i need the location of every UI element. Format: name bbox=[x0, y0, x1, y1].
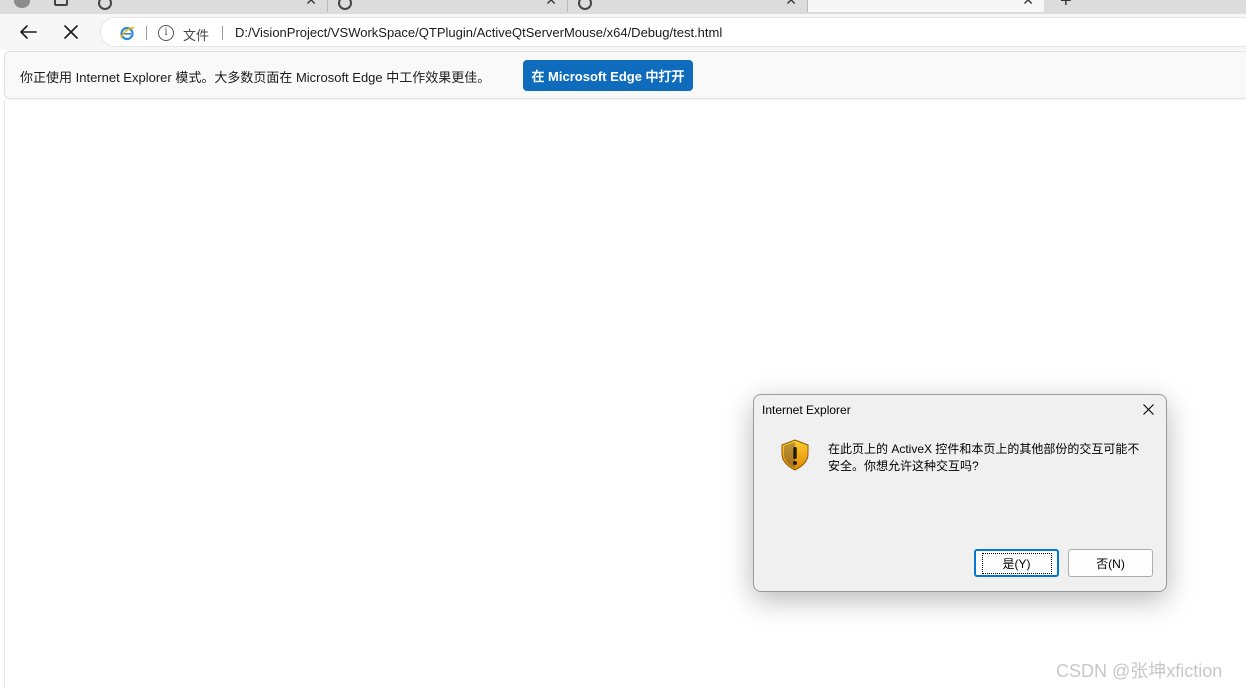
tab-4-active[interactable]: ✕ bbox=[808, 0, 1044, 12]
browser-window: ✕ ✕ ✕ ✕ + i 文件 D:/VisionProject/VSWorkSp… bbox=[0, 0, 1246, 687]
watermark: CSDN @张坤xfiction bbox=[1056, 661, 1223, 681]
ie-mode-infobar: 你正使用 Internet Explorer 模式。大多数页面在 Microso… bbox=[4, 51, 1246, 99]
back-button[interactable] bbox=[13, 18, 43, 46]
address-bar[interactable]: i 文件 D:/VisionProject/VSWorkSpace/QTPlug… bbox=[100, 17, 1246, 47]
file-label: 文件 bbox=[183, 28, 210, 43]
profile-avatar[interactable] bbox=[14, 0, 30, 8]
ie-mode-message: 你正使用 Internet Explorer 模式。大多数页面在 Microso… bbox=[20, 70, 491, 85]
separator bbox=[222, 26, 223, 40]
tab-strip: ✕ ✕ ✕ ✕ + bbox=[0, 0, 1246, 14]
toolbar: i 文件 D:/VisionProject/VSWorkSpace/QTPlug… bbox=[0, 14, 1246, 50]
separator bbox=[146, 26, 147, 40]
gear-icon bbox=[578, 0, 592, 10]
close-icon[interactable]: ✕ bbox=[305, 0, 317, 9]
yes-button-label: 是(Y) bbox=[981, 552, 1052, 574]
dialog-message: 在此页上的 ActiveX 控件和本页上的其他部份的交互可能不安全。你想允许这种… bbox=[828, 442, 1140, 473]
arrow-left-icon bbox=[20, 25, 37, 39]
page-icon bbox=[338, 0, 352, 10]
tab-1[interactable]: ✕ bbox=[88, 0, 328, 12]
tab-actions-icon[interactable] bbox=[54, 0, 68, 6]
dialog-close-button[interactable] bbox=[1138, 399, 1158, 419]
open-in-edge-button[interactable]: 在 Microsoft Edge 中打开 bbox=[523, 60, 693, 91]
close-icon[interactable]: ✕ bbox=[1022, 0, 1034, 9]
dialog-title: Internet Explorer bbox=[762, 403, 851, 417]
security-warning-shield-icon bbox=[781, 439, 809, 471]
tab-2[interactable]: ✕ bbox=[328, 0, 568, 12]
info-icon[interactable]: i bbox=[158, 25, 174, 41]
close-icon[interactable]: ✕ bbox=[545, 0, 557, 9]
close-icon bbox=[1142, 403, 1154, 415]
internet-explorer-icon bbox=[120, 26, 135, 41]
no-button[interactable]: 否(N) bbox=[1068, 549, 1153, 577]
tab-3[interactable]: ✕ bbox=[568, 0, 808, 12]
new-tab-icon[interactable]: + bbox=[1060, 0, 1072, 13]
stop-loading-button[interactable] bbox=[56, 18, 86, 46]
close-icon[interactable]: ✕ bbox=[785, 0, 797, 9]
yes-button[interactable]: 是(Y) bbox=[974, 549, 1059, 577]
activex-security-dialog: Internet Explorer 在此页上的 ActiveX 控件和本页上的其… bbox=[753, 394, 1167, 592]
page-icon bbox=[98, 0, 112, 10]
url-text[interactable]: D:/VisionProject/VSWorkSpace/QTPlugin/Ac… bbox=[235, 25, 722, 40]
close-icon bbox=[64, 25, 78, 39]
